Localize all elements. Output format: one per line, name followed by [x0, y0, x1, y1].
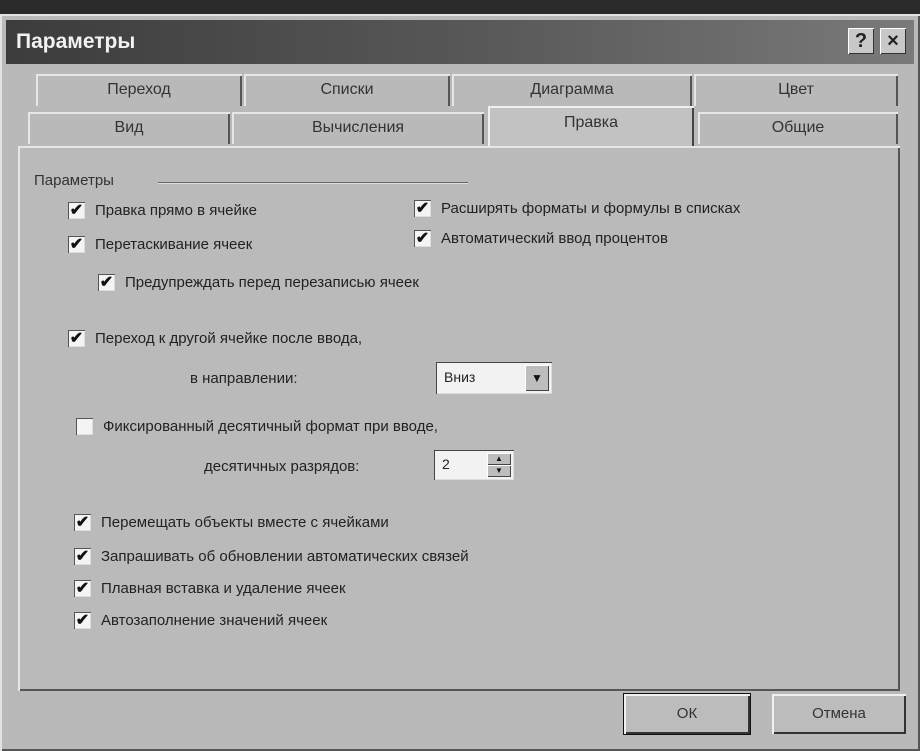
option-label: Автозаполнение значений ячеек: [101, 612, 328, 629]
tab-diagramma[interactable]: Диаграмма: [452, 74, 692, 106]
title-bar[interactable]: Параметры ? ×: [6, 20, 914, 64]
help-button[interactable]: ?: [848, 28, 874, 54]
option-label: Перетаскивание ячеек: [95, 236, 253, 253]
option-extend-formats[interactable]: ✔ Расширять форматы и формулы в списках: [414, 200, 740, 217]
direction-label: в направлении:: [190, 370, 298, 387]
direction-select[interactable]: Вниз ▼: [436, 362, 552, 394]
option-label: Правка прямо в ячейке: [95, 202, 257, 219]
group-divider: [158, 182, 468, 184]
checkbox[interactable]: ✔: [414, 200, 431, 217]
stepper-buttons: ▲ ▼: [487, 453, 511, 477]
spin-down-icon[interactable]: ▼: [487, 465, 511, 477]
option-alert-overwrite[interactable]: ✔ Предупреждать перед перезаписью ячеек: [98, 274, 419, 291]
ok-button[interactable]: ОК: [623, 693, 751, 735]
checkbox[interactable]: ✔: [74, 548, 91, 565]
option-label: Перемещать объекты вместе с ячейками: [101, 514, 389, 531]
chevron-down-icon[interactable]: ▼: [525, 365, 549, 391]
group-label: Параметры: [34, 172, 120, 189]
dialog-title: Параметры: [16, 30, 136, 53]
option-autocomplete[interactable]: ✔ Автозаполнение значений ячеек: [74, 612, 327, 629]
checkbox[interactable]: ✔: [98, 274, 115, 291]
tab-tsvet[interactable]: Цвет: [694, 74, 898, 106]
tab-pravka[interactable]: Правка: [488, 106, 694, 146]
option-label: Переход к другой ячейке после ввода,: [95, 330, 363, 347]
tab-spiski[interactable]: Списки: [244, 74, 450, 106]
cancel-button[interactable]: Отмена: [772, 694, 906, 734]
decimals-stepper[interactable]: 2 ▲ ▼: [434, 450, 514, 480]
option-drag-drop[interactable]: ✔ Перетаскивание ячеек: [68, 236, 252, 253]
tab-perehod[interactable]: Переход: [36, 74, 242, 106]
option-ask-update-links[interactable]: ✔ Запрашивать об обновлении автоматическ…: [74, 548, 469, 565]
option-label: Расширять форматы и формулы в списках: [441, 200, 741, 217]
option-label: Предупреждать перед перезаписью ячеек: [125, 274, 419, 291]
checkbox[interactable]: ✔: [68, 330, 85, 347]
checkbox[interactable]: ✔: [74, 514, 91, 531]
tab-vid[interactable]: Вид: [28, 112, 230, 144]
option-label: Плавная вставка и удаление ячеек: [101, 580, 346, 597]
decimals-value: 2: [442, 456, 450, 472]
tab-obshchie[interactable]: Общие: [698, 112, 898, 144]
checkbox[interactable]: [76, 418, 93, 435]
checkbox[interactable]: ✔: [68, 236, 85, 253]
tab-panel-pravka: Параметры ✔ Правка прямо в ячейке ✔ Пере…: [18, 146, 900, 691]
checkbox[interactable]: ✔: [68, 202, 85, 219]
option-label: Фиксированный десятичный формат при ввод…: [103, 418, 438, 435]
decimals-label: десятичных разрядов:: [204, 458, 360, 475]
option-auto-percent[interactable]: ✔ Автоматический ввод процентов: [414, 230, 668, 247]
checkbox[interactable]: ✔: [74, 580, 91, 597]
option-move-after-enter[interactable]: ✔ Переход к другой ячейке после ввода,: [68, 330, 362, 347]
option-edit-in-cell[interactable]: ✔ Правка прямо в ячейке: [68, 202, 257, 219]
options-dialog: Параметры ? × Переход Списки Диаграмма Ц…: [0, 14, 920, 751]
close-button[interactable]: ×: [880, 28, 906, 54]
tab-vychisleniya[interactable]: Вычисления: [232, 112, 484, 144]
option-cut-copy-sort[interactable]: ✔ Перемещать объекты вместе с ячейками: [74, 514, 389, 531]
option-label: Запрашивать об обновлении автоматических…: [101, 548, 469, 565]
option-smooth-insert[interactable]: ✔ Плавная вставка и удаление ячеек: [74, 580, 346, 597]
checkbox[interactable]: ✔: [414, 230, 431, 247]
spin-up-icon[interactable]: ▲: [487, 453, 511, 465]
direction-value: Вниз: [444, 369, 476, 385]
option-label: Автоматический ввод процентов: [441, 230, 668, 247]
checkbox[interactable]: ✔: [74, 612, 91, 629]
option-fixed-decimal[interactable]: Фиксированный десятичный формат при ввод…: [76, 418, 438, 435]
